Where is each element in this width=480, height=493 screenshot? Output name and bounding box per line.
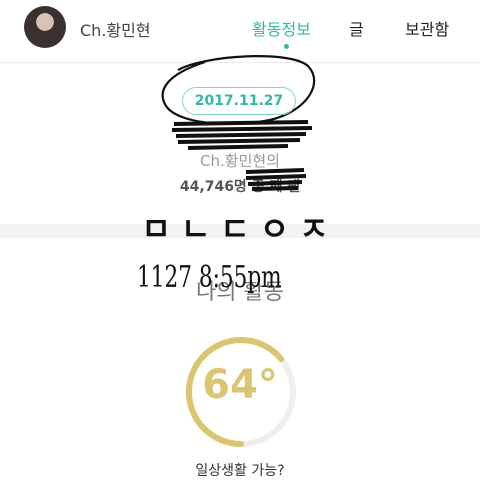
gauge-value: 64° <box>202 362 278 408</box>
date-badge: 2017.11.27 <box>182 87 296 115</box>
fan-of-label: Ch.황민현의 <box>200 152 280 170</box>
fan-rank: 44,746명 중 째 팬 <box>179 179 301 195</box>
gauge-caption: 일상생활 가능? <box>195 463 285 479</box>
redaction-scribble-2 <box>245 168 307 191</box>
overlay-stamp-text: ㅁㄴㄷㅇㅈ <box>141 210 339 248</box>
handwritten-note: 1127 8:55pm <box>137 260 282 295</box>
redaction-scribble-1 <box>171 120 313 150</box>
